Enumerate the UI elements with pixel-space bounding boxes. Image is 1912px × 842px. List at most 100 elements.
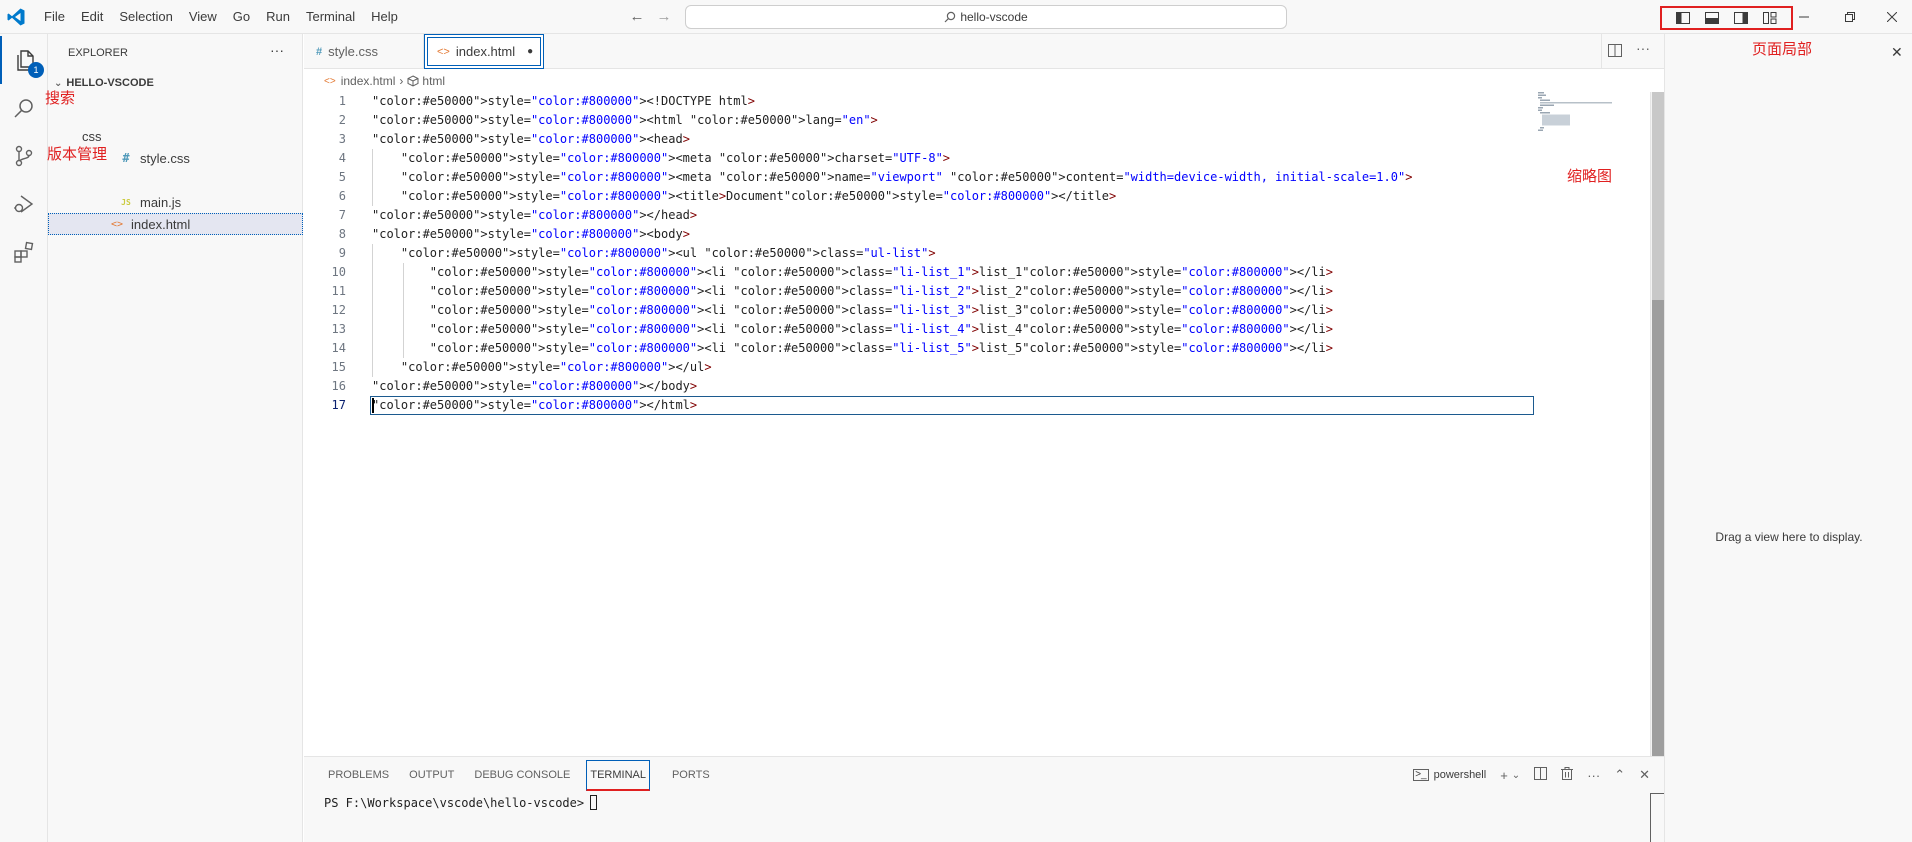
close-window-button[interactable] <box>1869 0 1912 34</box>
activity-source-control[interactable] <box>0 132 48 180</box>
arrow-right-icon[interactable]: → <box>655 8 673 26</box>
empty-view-message: Drag a view here to display. <box>1715 530 1863 544</box>
tab-style-css[interactable]: # style.css <box>304 34 424 69</box>
html-file-icon: <> <box>437 45 450 58</box>
menu-edit[interactable]: Edit <box>73 0 111 34</box>
annotation-minimap: 缩略图 <box>1567 168 1613 185</box>
menu-terminal[interactable]: Terminal <box>298 0 363 34</box>
close-icon[interactable]: ✕ <box>1891 44 1903 61</box>
minimize-icon <box>1799 16 1809 18</box>
tab-index-html[interactable]: <> index.html ● <box>424 34 544 69</box>
html-file-icon: <> <box>110 218 124 230</box>
menu-run[interactable]: Run <box>258 0 298 34</box>
chevron-down-icon[interactable]: ⌄ <box>1512 770 1520 781</box>
run-debug-icon <box>14 195 34 213</box>
line-number: 2 <box>338 113 346 127</box>
restore-button[interactable] <box>1827 0 1873 34</box>
toggle-primary-sidebar-button[interactable] <box>1673 10 1693 26</box>
tab-label: style.css <box>328 44 378 59</box>
line-number: 17 <box>331 398 346 412</box>
arrow-left-icon[interactable]: ← <box>628 8 646 26</box>
tree-item-index-html[interactable]: <> index.html <box>48 213 303 235</box>
tab-terminal[interactable]: TERMINAL <box>586 759 650 791</box>
terminal-icon: >_ <box>1413 769 1429 781</box>
terminal-profile[interactable]: >_ powershell <box>1413 769 1486 781</box>
code-line: 14 "color:#e50000">style="color:#800000"… <box>304 339 1650 358</box>
menu-selection[interactable]: Selection <box>111 0 180 34</box>
line-number: 1 <box>338 94 346 108</box>
code-text: "color:#e50000">style="color:#800000"><b… <box>372 227 690 241</box>
activity-run-debug[interactable] <box>0 180 48 228</box>
new-terminal-icon[interactable]: + <box>1500 768 1508 783</box>
code-line: 3 "color:#e50000">style="color:#800000"><… <box>304 130 1650 149</box>
menu-view[interactable]: View <box>181 0 225 34</box>
split-editor-icon <box>1608 44 1622 57</box>
command-center-search[interactable]: hello-vscode <box>685 5 1287 29</box>
unsaved-dot-icon[interactable]: ● <box>527 46 533 57</box>
code-text: "color:#e50000">style="color:#800000"><l… <box>429 341 1333 355</box>
maximize-panel-icon[interactable]: ⌃ <box>1614 767 1625 783</box>
html-file-icon: <> <box>324 75 336 87</box>
terminal-profile-label: powershell <box>1433 769 1487 781</box>
editor-scrollbar[interactable] <box>1650 92 1664 756</box>
breadcrumb-separator: › <box>399 74 404 88</box>
code-line: 15 "color:#e50000">style="color:#800000"… <box>304 358 1650 377</box>
symbol-element-icon <box>407 75 419 87</box>
menu-go[interactable]: Go <box>225 0 258 34</box>
toggle-secondary-sidebar-button[interactable] <box>1731 10 1751 26</box>
scrollbar-thumb[interactable] <box>1652 92 1664 300</box>
activity-search[interactable] <box>0 84 48 132</box>
code-line: 12 "color:#e50000">style="color:#800000"… <box>304 301 1650 320</box>
workspace-folder-header[interactable]: ⌄ HELLO-VSCODE <box>48 72 303 94</box>
code-text: "color:#e50000">style="color:#800000"><m… <box>400 151 951 165</box>
terminal-scrollbar[interactable] <box>1650 793 1664 842</box>
menu-help[interactable]: Help <box>363 0 406 34</box>
search-icon <box>14 99 33 118</box>
code-line: 10 "color:#e50000">style="color:#800000"… <box>304 263 1650 282</box>
breadcrumb-file[interactable]: index.html <box>341 74 396 88</box>
code-text: "color:#e50000">style="color:#800000"><!… <box>372 94 755 108</box>
notification-badge: 1 <box>28 62 44 78</box>
split-editor-button[interactable] <box>1608 44 1622 60</box>
tree-item-main-js[interactable]: JS main.js <box>48 191 303 213</box>
annotation-search: 搜索 <box>45 90 76 107</box>
code-editor[interactable]: 1 "color:#e50000">style="color:#800000"><… <box>304 92 1650 756</box>
tab-ports[interactable]: PORTS <box>662 758 720 792</box>
menu-file[interactable]: File <box>36 0 73 34</box>
bottom-panel: PROBLEMS OUTPUT DEBUG CONSOLE TERMINAL P… <box>304 756 1664 842</box>
command-center-text: hello-vscode <box>960 10 1028 24</box>
terminal-cursor <box>590 795 598 810</box>
activity-extensions[interactable] <box>0 228 48 276</box>
more-actions-icon[interactable]: ··· <box>1587 768 1600 783</box>
line-number: 12 <box>331 303 346 317</box>
customize-layout-button[interactable] <box>1760 10 1780 26</box>
toggle-panel-button[interactable] <box>1702 10 1722 26</box>
tab-problems[interactable]: PROBLEMS <box>318 758 399 792</box>
split-terminal-icon <box>1534 767 1548 780</box>
tab-debug-console[interactable]: DEBUG CONSOLE <box>464 758 580 792</box>
more-actions-icon[interactable]: ··· <box>270 42 284 58</box>
code-line: 4 "color:#e50000">style="color:#800000">… <box>304 149 1650 168</box>
js-file-icon: JS <box>121 197 131 207</box>
code-text: "color:#e50000">style="color:#800000"><m… <box>400 170 1413 184</box>
tab-bar-divider <box>1601 34 1602 69</box>
panel-tabs: PROBLEMS OUTPUT DEBUG CONSOLE TERMINAL P… <box>318 757 720 793</box>
breadcrumb: <> index.html › html <box>304 70 1664 92</box>
text-cursor <box>372 398 374 413</box>
primary-sidebar-icon <box>1675 12 1690 24</box>
breadcrumb-symbol[interactable]: html <box>422 74 445 88</box>
terminal-output[interactable]: PS F:\Workspace\vscode\hello-vscode> <box>324 795 598 810</box>
kill-terminal-button[interactable] <box>1561 767 1574 783</box>
code-line: 1 "color:#e50000">style="color:#800000"><… <box>304 92 1650 111</box>
line-number: 15 <box>331 360 346 374</box>
more-actions-icon[interactable]: ··· <box>1636 40 1650 56</box>
split-terminal-button[interactable] <box>1534 767 1548 783</box>
terminal-prompt: PS F:\Workspace\vscode\hello-vscode> <box>324 795 585 810</box>
close-panel-icon[interactable]: ✕ <box>1639 767 1650 783</box>
minimize-button[interactable] <box>1781 0 1827 34</box>
activity-explorer[interactable]: 1 <box>0 36 48 84</box>
tab-output[interactable]: OUTPUT <box>399 758 464 792</box>
panel-actions: >_ powershell + ⌄ ··· ⌃ ✕ <box>1413 765 1650 785</box>
tree-item-label: main.js <box>140 194 182 210</box>
minimap[interactable] <box>1538 92 1616 132</box>
